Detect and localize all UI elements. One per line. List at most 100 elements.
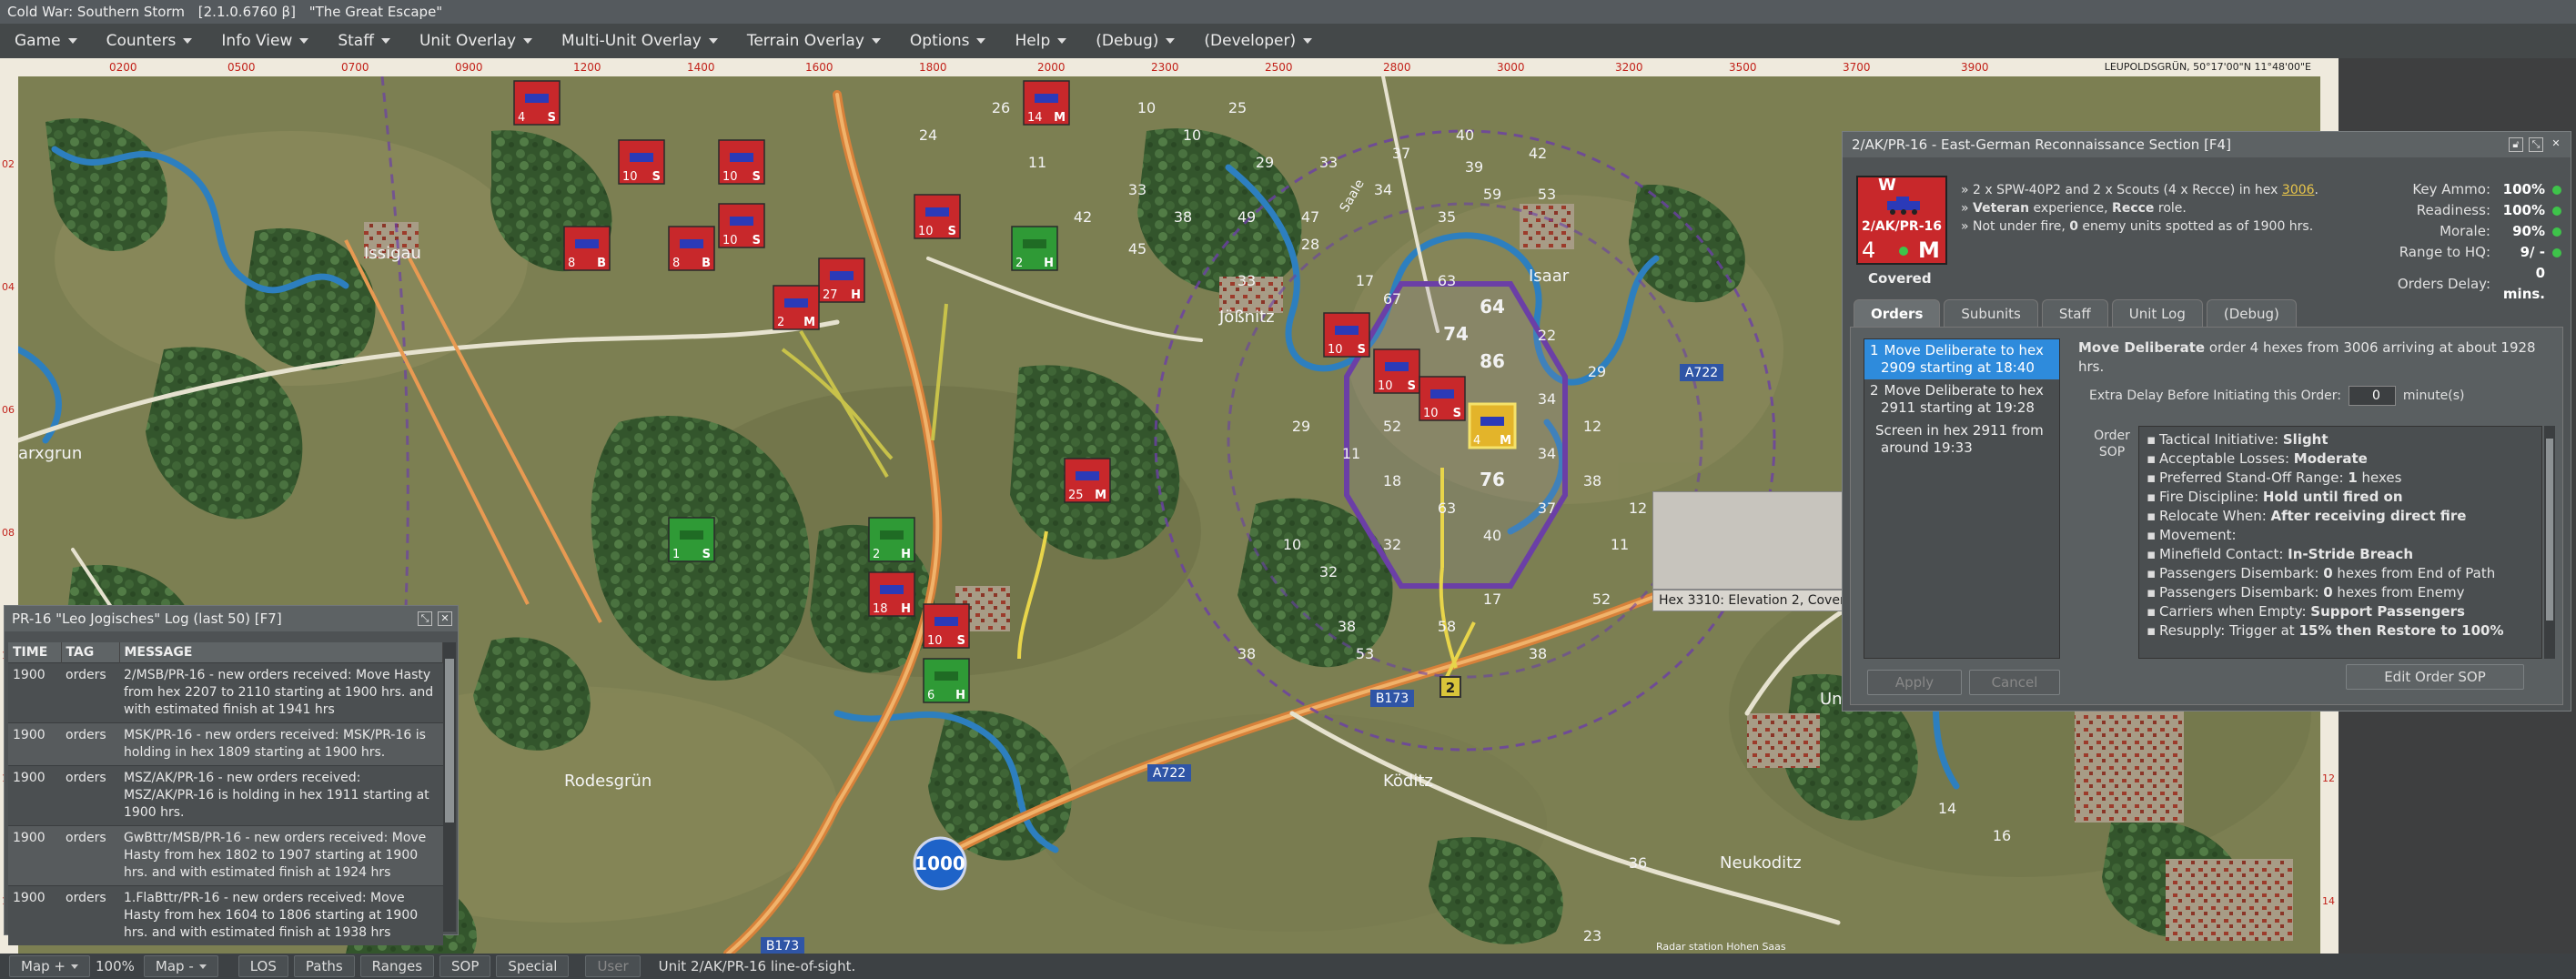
col-time[interactable]: TIME [8,642,62,663]
unit-counter[interactable]: 4S [513,80,561,126]
hex-number: 63 [1438,500,1456,517]
lock-icon[interactable]: 🔓︎ [2509,137,2523,152]
unit-counter[interactable]: 10 S [718,203,765,248]
special-button[interactable]: Special [496,955,570,977]
menu-terrain-overlay[interactable]: Terrain Overlay [732,24,895,58]
tab-subunits[interactable]: Subunits [1944,299,2038,328]
menu-game[interactable]: Game [0,24,92,58]
menu-multi-unit-overlay[interactable]: Multi-Unit Overlay [547,24,732,58]
unit-counter[interactable]: 1S [668,517,715,562]
unit-counter[interactable]: 10 S [1419,376,1466,421]
hex-number: 29 [1588,363,1606,380]
unit-counter[interactable]: 4M [1468,402,1517,449]
svg-text:H: H [901,548,911,561]
tab-unit-log[interactable]: Unit Log [2111,299,2203,328]
unit-counter[interactable]: 10 S [1323,312,1370,358]
log-table: TIME TAG MESSAGE 1900 orders 2/MSB/PR-16 -… [8,642,443,945]
hq-strength-marker[interactable]: 1000 [913,836,967,891]
unit-counter[interactable]: 14 M [1023,80,1070,126]
col-tag[interactable]: TAG [61,642,120,663]
sop-item: Movement: [2147,526,2534,545]
stat-label: Range to HQ: [2399,244,2490,260]
log-row[interactable]: 1900 orders 1.FlaBttr/PR-16 - new orders r… [8,885,443,945]
unit-counter[interactable]: 10 S [914,194,961,239]
sop-button[interactable]: SOP [439,955,491,977]
unit-counter[interactable]: 27 H [818,257,865,303]
objective-flag[interactable]: 2 [1440,676,1461,698]
unit-counter[interactable]: 6H [923,658,970,703]
hex-number: 36 [1629,854,1647,872]
tab-orders[interactable]: Orders [1854,299,1941,328]
paths-button[interactable]: Paths [293,955,355,977]
order-item[interactable]: Screen in hex 2911 from around 19:33 [1864,419,2059,459]
order-item[interactable]: 1 Move Deliberate to hex 2909 starting at… [1864,339,2059,379]
unit-counter[interactable]: 10 S [718,139,765,185]
unit-counter[interactable]: 18 H [868,571,915,617]
ruler-label: 0900 [455,61,483,74]
close-icon[interactable]: ✕ [2549,137,2563,152]
menu-developer[interactable]: (Developer) [1189,24,1327,58]
scroll-thumb[interactable] [2546,439,2553,621]
resize-icon[interactable]: ⤡ [2529,137,2543,152]
unit-counter[interactable]: 2M [773,285,820,330]
map-zoom-out-button[interactable]: Map - [143,955,218,977]
hex-number: 28 [1301,236,1319,253]
menu-unit-overlay[interactable]: Unit Overlay [405,24,547,58]
log-title-bar[interactable]: PR-16 "Leo Jogisches" Log (last 50) [F7]… [5,606,458,631]
scroll-thumb[interactable] [445,659,454,823]
sop-scrollbar[interactable] [2544,426,2555,659]
unit-counter[interactable]: 10 S [618,139,665,185]
log-row[interactable]: 1900 orders GwBttr/MSB/PR-16 - new orders … [8,825,443,886]
log-row[interactable]: 1900 orders MSZ/AK/PR-16 - new orders rece… [8,765,443,826]
hex-number: 10 [1183,126,1201,144]
cancel-button[interactable]: Cancel [1969,670,2060,695]
svg-text:B173: B173 [766,939,799,954]
menu-counters[interactable]: Counters [92,24,207,58]
resize-icon[interactable]: ⤡ [418,611,432,626]
log-cell-time: 1900 [8,825,61,886]
edit-order-sop-button[interactable]: Edit Order SOP [2346,664,2524,690]
hex-link[interactable]: 3006 [2282,183,2315,197]
town-label: Jößnitz [1218,308,1275,327]
menu-help[interactable]: Help [1000,24,1081,58]
col-message[interactable]: MESSAGE [119,642,443,663]
ranges-button[interactable]: Ranges [359,955,435,977]
unit-counter[interactable]: 8B [563,226,611,271]
user-button[interactable]: User [585,955,641,977]
log-window[interactable]: PR-16 "Leo Jogisches" Log (last 50) [F7]… [4,605,459,945]
menu-staff[interactable]: Staff [323,24,405,58]
hex-number: 47 [1301,208,1319,226]
los-button[interactable]: LOS [237,955,288,977]
tab-debug[interactable]: (Debug) [2206,299,2297,328]
unit-counter[interactable]: 8B [668,226,715,271]
stat-row: Orders Delay: 0 mins. [2352,263,2561,305]
tab-staff[interactable]: Staff [2041,299,2108,328]
log-row[interactable]: 1900 orders 2/MSB/PR-16 - new orders recei… [8,662,443,723]
unit-counter[interactable]: 10 S [923,603,970,649]
status-message: Unit 2/AK/PR-16 line-of-sight. [658,958,856,974]
menu-info-view[interactable]: Info View [207,24,323,58]
ruler-label: 12 [2322,772,2335,784]
sop-item: Preferred Stand-Off Range: 1 hexes [2147,469,2534,488]
apply-button[interactable]: Apply [1867,670,1962,695]
map-zoom-in-button[interactable]: Map + [9,955,90,977]
hex-number: 22 [1538,327,1556,344]
delay-stepper[interactable] [2348,386,2396,406]
chevron-down-icon [299,38,309,44]
town-label: Köditz [1383,772,1433,791]
order-item[interactable]: 2 Move Deliberate to hex 2911 starting at… [1864,379,2059,419]
orders-list[interactable]: 1 Move Deliberate to hex 2909 starting at… [1864,338,2060,659]
unit-title-bar[interactable]: 2/AK/PR-16 - East-German Reconnaissance … [1843,132,2571,157]
unit-counter[interactable]: 2H [868,517,915,562]
unit-info-window[interactable]: 2/AK/PR-16 - East-German Reconnaissance … [1842,131,2571,712]
unit-counter[interactable]: 2H [1011,226,1058,271]
log-row[interactable]: 1900 orders MSK/PR-16 - new orders receive… [8,722,443,766]
unit-counter[interactable]: 25 M [1064,458,1111,503]
unit-counter[interactable]: 10 S [1373,348,1420,394]
close-icon[interactable]: ✕ [438,611,452,626]
menu-debug[interactable]: (Debug) [1081,24,1189,58]
log-scrollbar[interactable] [443,642,456,932]
ruler-label: 0700 [341,61,369,74]
menu-options[interactable]: Options [895,24,1001,58]
svg-text:M: M [1500,434,1511,448]
